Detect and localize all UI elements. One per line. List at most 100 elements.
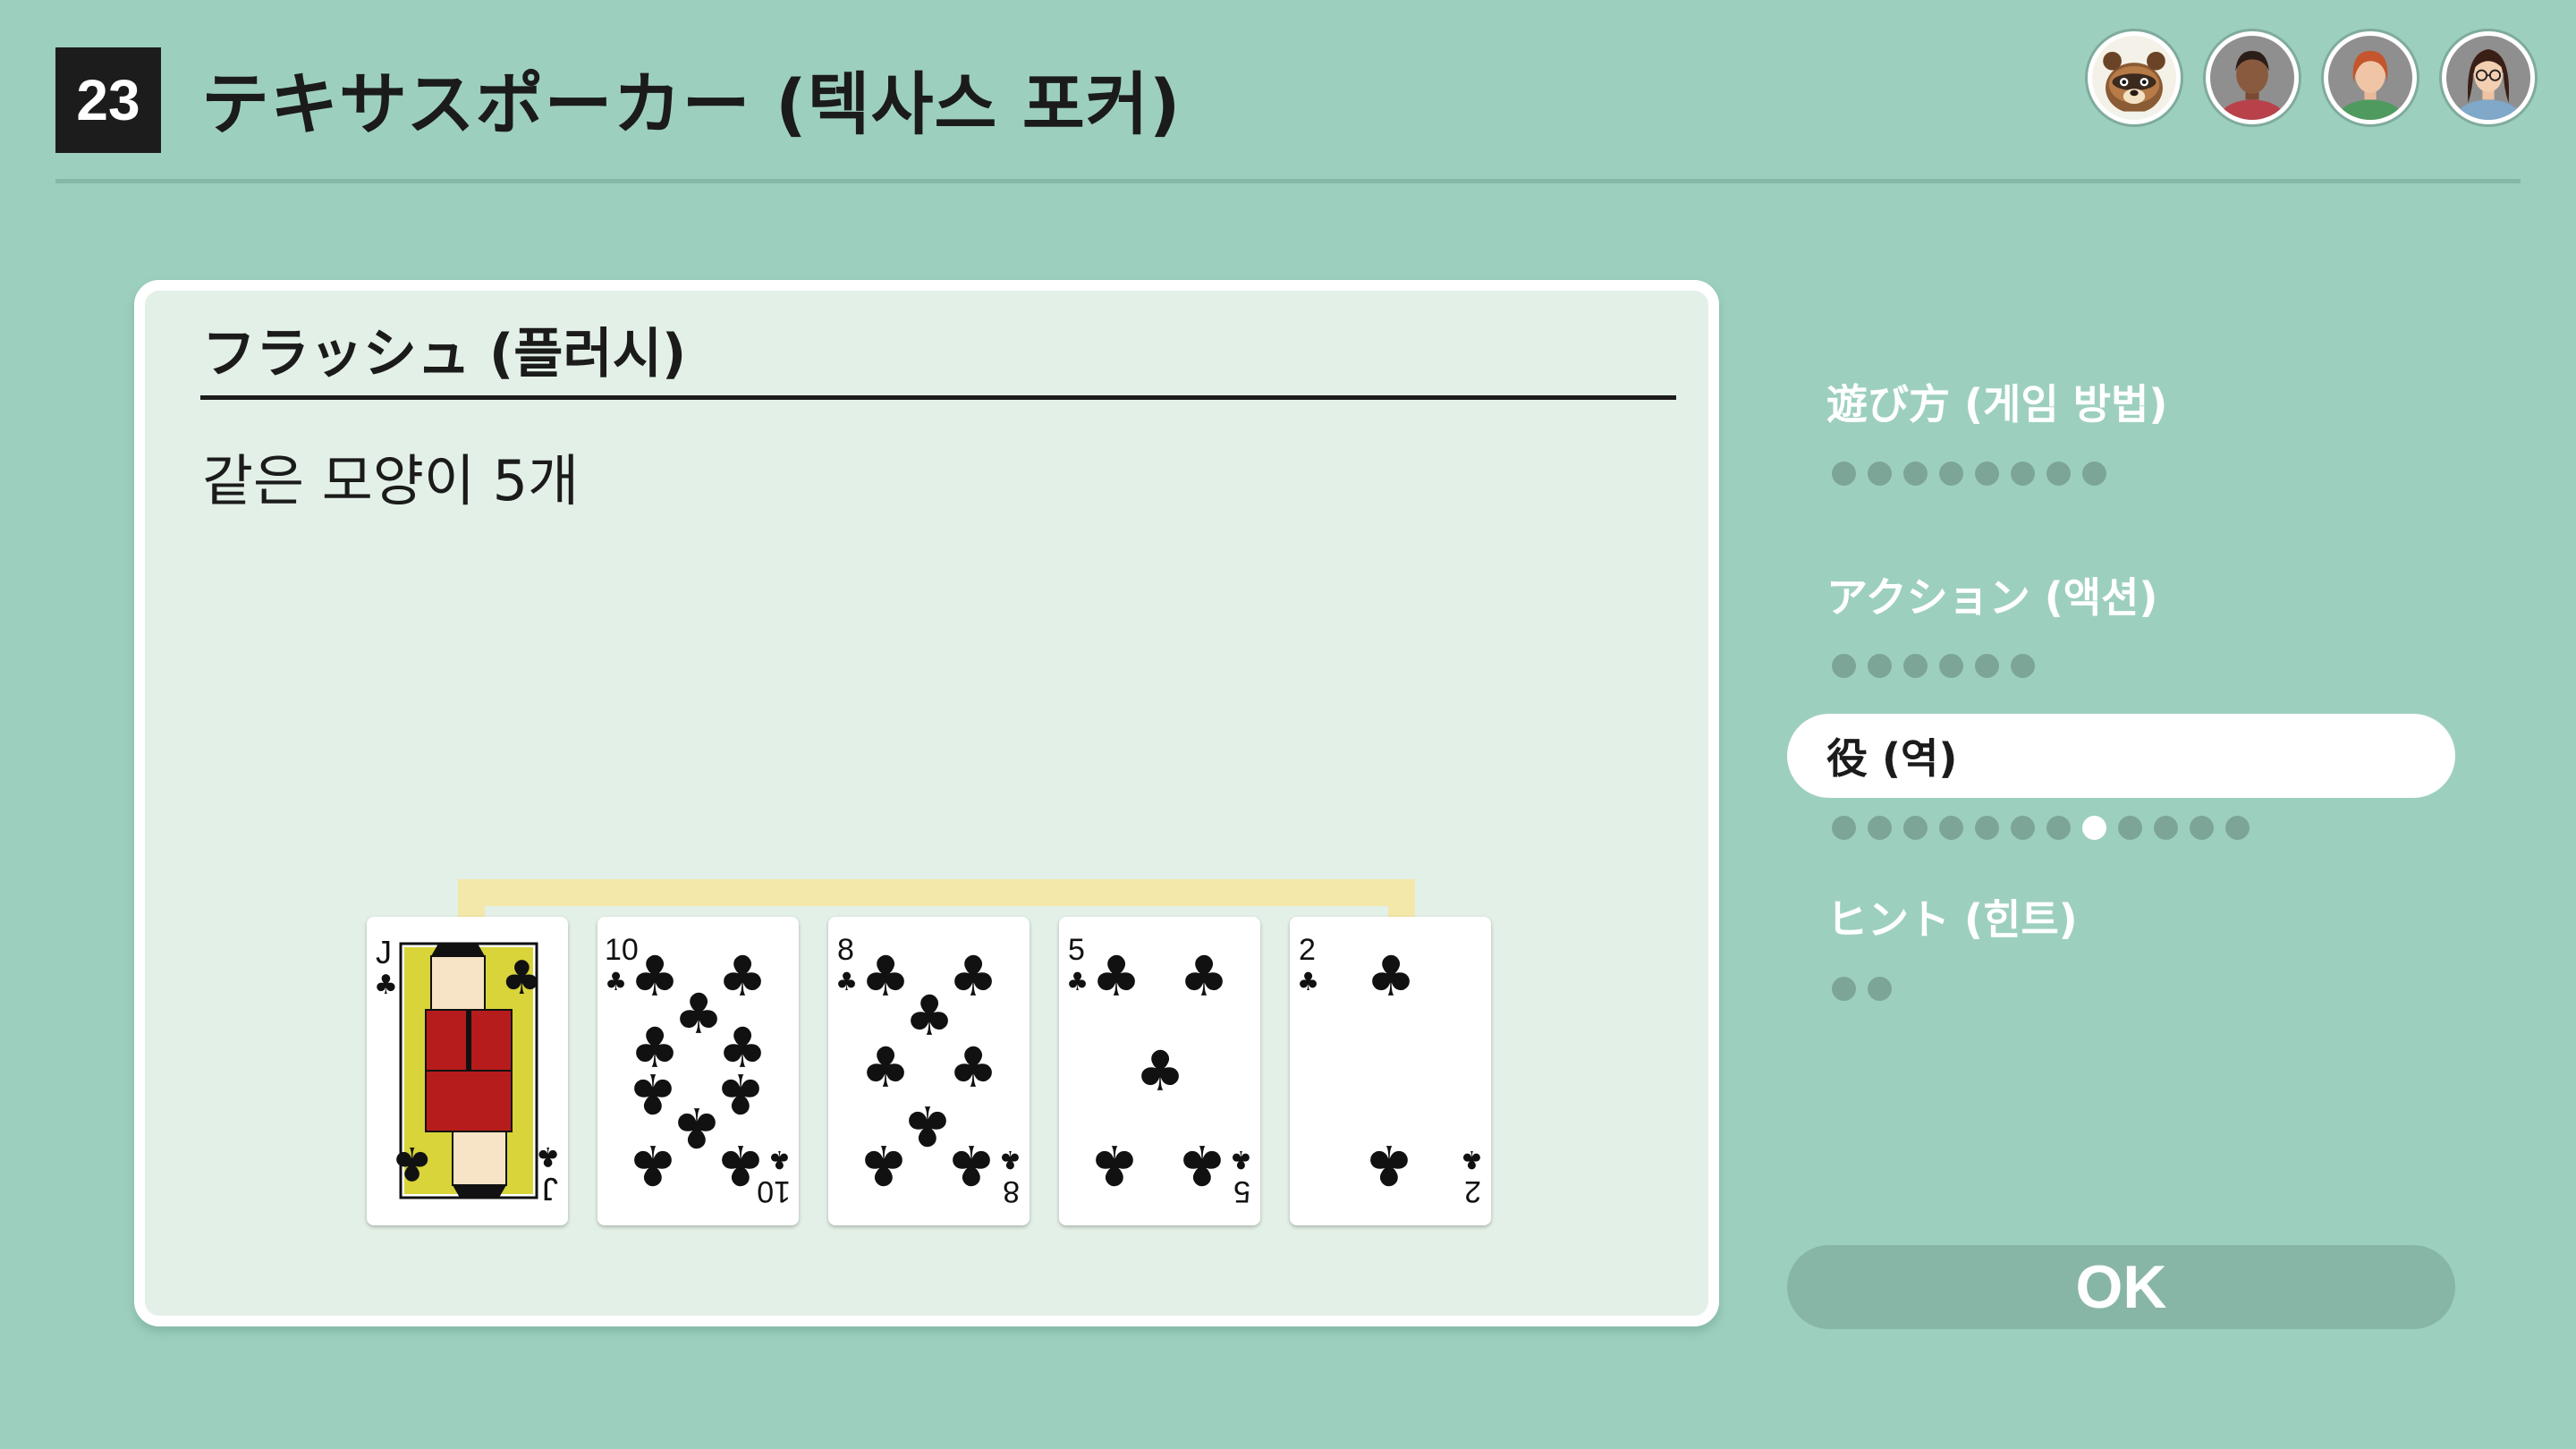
player-avatar-glasses: [2442, 31, 2535, 124]
svg-text:♣: ♣: [948, 1035, 998, 1100]
page-dot: [1868, 462, 1892, 486]
menu-item-actions[interactable]: アクション (액션): [1787, 553, 2455, 637]
svg-text:♣: ♣: [860, 944, 911, 1009]
card-rank-label: 2: [1464, 1174, 1481, 1208]
svg-text:♣: ♣: [391, 1136, 433, 1190]
page-dots-actions: [1832, 654, 2035, 678]
svg-text:♣: ♣: [1179, 944, 1229, 1009]
card-rank-label: J: [542, 1171, 558, 1208]
card-rank-label: 5: [1068, 933, 1085, 967]
svg-text:♣: ♣: [1461, 1145, 1483, 1174]
menu-item-label: ヒント (힌트): [1826, 895, 2078, 944]
svg-text:♣: ♣: [860, 1035, 911, 1100]
menu-item-how-to-play[interactable]: 遊び方 (게임 방법): [1787, 360, 2455, 444]
card-five-of-clubs: 5 ♣ ♣ ♣ ♣ 5 ♣ ♣ ♣: [1059, 917, 1260, 1225]
svg-text:♣: ♣: [1135, 1038, 1185, 1104]
svg-text:♣: ♣: [374, 970, 398, 1001]
card-jack-of-clubs: J ♣ ♣ ♣ J ♣: [367, 917, 568, 1225]
svg-text:♣: ♣: [1364, 1132, 1414, 1198]
hand-name-divider: [200, 395, 1676, 400]
page-dot: [2082, 462, 2106, 486]
svg-text:♣: ♣: [1091, 944, 1141, 1009]
page-dot: [1975, 462, 1999, 486]
hand-name: フラッシュ (플러시): [202, 323, 687, 386]
card-ten-of-clubs: 10 ♣ ♣ ♣ ♣ ♣ ♣ 10 ♣ ♣ ♣ ♣ ♣ ♣: [597, 917, 799, 1225]
page-dot: [1975, 654, 1999, 678]
svg-text:♣: ♣: [536, 1140, 560, 1172]
page-dot: [2190, 816, 2214, 840]
menu-item-label: 役 (역): [1826, 734, 1958, 783]
page-dot: [2225, 816, 2250, 840]
svg-text:♣: ♣: [902, 1093, 953, 1158]
page-dot: [1939, 816, 1963, 840]
page-dot: [2046, 816, 2071, 840]
svg-text:♣: ♣: [628, 1061, 678, 1126]
player-avatar-dark-hair: [2206, 31, 2299, 124]
game-number-badge: 23: [55, 47, 161, 153]
example-cards: J ♣ ♣ ♣ J ♣ 10 ♣ ♣ ♣ ♣ ♣ ♣ 10 ♣ ♣ ♣ ♣ ♣ …: [367, 917, 1491, 1225]
svg-text:♣: ♣: [716, 1061, 766, 1126]
svg-text:♣: ♣: [501, 952, 543, 1005]
svg-text:♣: ♣: [835, 967, 858, 996]
raccoon-villager-avatar: [2088, 31, 2181, 124]
svg-text:♣: ♣: [1366, 944, 1416, 1009]
svg-text:♣: ♣: [999, 1145, 1021, 1174]
svg-text:♣: ♣: [948, 944, 998, 1009]
card-rank-label: 2: [1299, 933, 1316, 967]
svg-text:♣: ♣: [768, 1145, 791, 1174]
svg-text:♣: ♣: [946, 1132, 996, 1198]
page-dots-hints: [1832, 977, 1892, 1001]
page-dot: [1832, 816, 1856, 840]
menu-item-hands[interactable]: 役 (역): [1787, 714, 2455, 798]
hand-detail-panel: フラッシュ (플러시) 같은 모양이 5개 J ♣ ♣ ♣ J ♣ 10 ♣ ♣…: [134, 280, 1719, 1326]
svg-text:♣: ♣: [1089, 1132, 1140, 1198]
svg-text:♣: ♣: [717, 944, 767, 1009]
player-avatars: [2088, 31, 2535, 124]
svg-text:♣: ♣: [1230, 1145, 1252, 1174]
svg-text:♣: ♣: [859, 1132, 909, 1198]
page-dots-how-to-play: [1832, 462, 2106, 486]
page-dot: [2011, 816, 2035, 840]
card-rank-label: 8: [1003, 1174, 1020, 1208]
menu-item-label: アクション (액션): [1826, 573, 2158, 622]
svg-text:♣: ♣: [904, 983, 954, 1048]
page-dot: [1939, 654, 1963, 678]
page-dot: [2046, 462, 2071, 486]
page-dot: [2154, 816, 2178, 840]
svg-text:♣: ♣: [1066, 967, 1089, 996]
svg-text:♣: ♣: [628, 1132, 678, 1198]
page-dot: [1868, 977, 1892, 1001]
svg-text:♣: ♣: [716, 1132, 766, 1198]
svg-text:♣: ♣: [630, 944, 680, 1009]
game-title: テキサスポーカー (텍사스 포커): [201, 64, 1182, 144]
svg-text:♣: ♣: [1177, 1132, 1227, 1198]
hand-description: 같은 모양이 5개: [202, 448, 580, 513]
page-dots-hands: [1832, 816, 2250, 840]
page-dot-current: [2082, 816, 2106, 840]
page-dot: [1832, 977, 1856, 1001]
card-rank-label: 8: [837, 933, 854, 967]
page-dot: [1903, 654, 1928, 678]
svg-text:♣: ♣: [1297, 967, 1319, 996]
svg-text:♣: ♣: [674, 981, 724, 1046]
page-dot: [1939, 462, 1963, 486]
ok-button[interactable]: OK: [1787, 1245, 2455, 1329]
card-two-of-clubs: 2 ♣ ♣ 2 ♣ ♣: [1290, 917, 1491, 1225]
menu-item-hints[interactable]: ヒント (힌트): [1787, 875, 2455, 959]
page-dot: [1832, 654, 1856, 678]
card-eight-of-clubs: 8 ♣ ♣ ♣ ♣ ♣ ♣ 8 ♣ ♣ ♣ ♣: [828, 917, 1030, 1225]
page-dot: [1868, 654, 1892, 678]
page-dot: [2011, 654, 2035, 678]
page-dot: [1903, 462, 1928, 486]
page-dot: [1903, 816, 1928, 840]
page-dot: [2011, 462, 2035, 486]
page-dot: [1832, 462, 1856, 486]
card-rank-label: J: [376, 934, 392, 970]
page-dot: [2118, 816, 2142, 840]
svg-text:♣: ♣: [605, 967, 627, 996]
menu-item-label: 遊び方 (게임 방법): [1826, 380, 2168, 428]
card-rank-label: 5: [1233, 1174, 1250, 1208]
player-avatar-red-hair: [2324, 31, 2417, 124]
header-divider: [55, 179, 2521, 183]
page-dot: [1975, 816, 1999, 840]
